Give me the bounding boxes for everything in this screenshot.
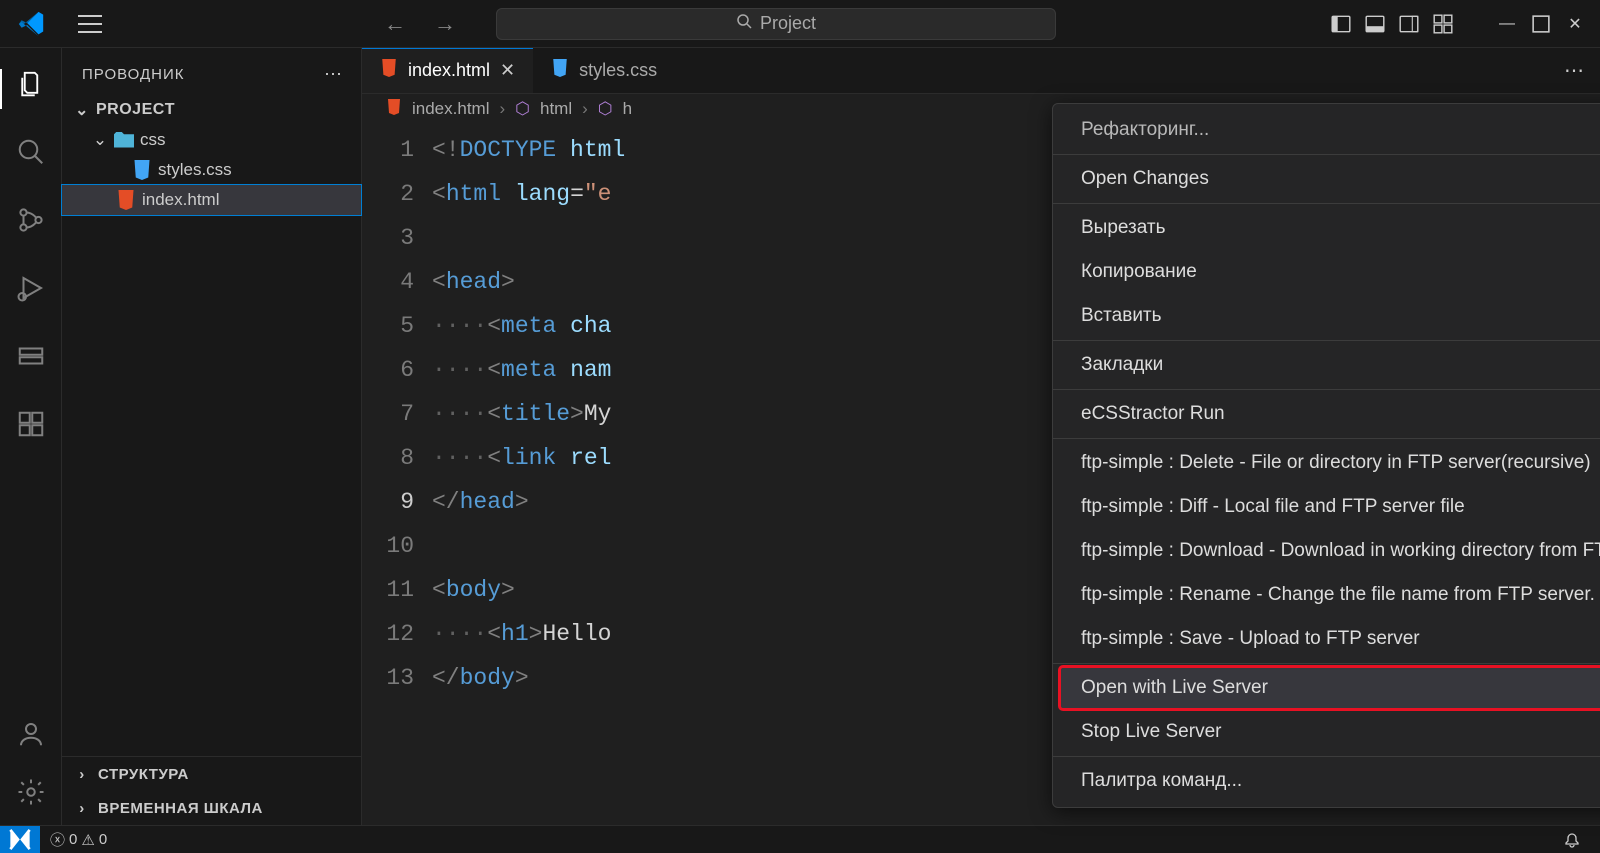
context-menu: Рефакторинг...CTRL+SHIFT+R Open Changes›… xyxy=(1052,103,1600,808)
file-label: styles.css xyxy=(158,160,232,180)
search-icon xyxy=(736,13,752,34)
hamburger-menu-icon[interactable] xyxy=(78,15,102,33)
editor-tabs: index.html ✕ styles.css ⋯ xyxy=(362,48,1600,94)
layout-sidebar-right-icon[interactable] xyxy=(1398,13,1420,35)
menu-item-open-live-server[interactable]: Open with Live ServerALT+L ALT+O xyxy=(1059,666,1600,710)
file-index-html[interactable]: index.html xyxy=(62,185,361,215)
file-label: index.html xyxy=(142,190,219,210)
folder-icon xyxy=(114,132,134,148)
minimize-button[interactable]: — xyxy=(1496,13,1518,35)
vscode-logo-icon xyxy=(16,9,46,39)
menu-item-refactor[interactable]: Рефакторинг...CTRL+SHIFT+R xyxy=(1053,108,1600,152)
menu-item-copy[interactable]: КопированиеCTRL+C xyxy=(1053,250,1600,294)
nav-back-button[interactable]: ← xyxy=(376,7,414,41)
editor-more-icon[interactable]: ⋯ xyxy=(1548,48,1600,93)
search-text: Project xyxy=(760,13,816,34)
title-bar: ← → Project — ✕ xyxy=(0,0,1600,48)
command-center-search[interactable]: Project xyxy=(496,8,1056,40)
tab-index-html[interactable]: index.html ✕ xyxy=(362,48,533,93)
cube-icon: ⬡ xyxy=(515,99,530,119)
menu-item-cut[interactable]: ВырезатьCTRL+X xyxy=(1053,206,1600,250)
line-numbers: 12345678910111213 xyxy=(362,128,432,825)
source-control-icon[interactable] xyxy=(16,205,46,235)
maximize-button[interactable] xyxy=(1530,13,1552,35)
cube-icon: ⬡ xyxy=(598,99,613,119)
chevron-down-icon: ⌄ xyxy=(92,130,108,150)
file-styles-css[interactable]: styles.css xyxy=(62,155,361,185)
project-root[interactable]: ⌄ PROJECT xyxy=(62,95,361,125)
project-name: PROJECT xyxy=(96,101,175,119)
search-activity-icon[interactable] xyxy=(16,137,46,167)
html-file-icon xyxy=(386,99,402,120)
chevron-right-icon: › xyxy=(74,800,90,817)
editor-area: index.html ✕ styles.css ⋯ index.html › ⬡… xyxy=(362,48,1600,825)
tab-styles-css[interactable]: styles.css xyxy=(533,48,675,93)
warning-icon: ⚠ xyxy=(81,831,94,849)
menu-item-ecsstractor[interactable]: eCSStractor RunCTRL+ALT+2 xyxy=(1053,392,1600,436)
outline-section[interactable]: › СТРУКТУРА xyxy=(62,757,361,791)
css-file-icon xyxy=(551,59,569,82)
folder-label: css xyxy=(140,130,166,150)
accounts-icon[interactable] xyxy=(16,719,46,749)
menu-item-paste[interactable]: ВставитьCTRL+V xyxy=(1053,294,1600,338)
settings-gear-icon[interactable] xyxy=(16,777,46,807)
menu-item-ftp-diff[interactable]: ftp-simple : Diff - Local file and FTP s… xyxy=(1053,485,1600,529)
breadcrumb-file: index.html xyxy=(412,99,489,119)
sidebar-title: ПРОВОДНИК xyxy=(82,66,184,83)
explorer-icon[interactable] xyxy=(16,69,46,99)
css-file-icon xyxy=(132,160,152,180)
status-bar: ⓧ0 ⚠0 xyxy=(0,825,1600,853)
chevron-right-icon: › xyxy=(74,766,90,783)
activity-bar xyxy=(0,48,62,825)
menu-item-bookmarks[interactable]: Закладки› xyxy=(1053,343,1600,387)
menu-item-stop-live-server[interactable]: Stop Live ServerALT+L ALT+C xyxy=(1053,710,1600,754)
menu-item-command-palette[interactable]: Палитра команд...CTRL+SHIFT+P xyxy=(1053,759,1600,803)
breadcrumb-item: h xyxy=(623,99,632,119)
html-file-icon xyxy=(380,59,398,82)
close-button[interactable]: ✕ xyxy=(1564,13,1586,35)
menu-item-open-changes[interactable]: Open Changes› xyxy=(1053,157,1600,201)
status-errors[interactable]: ⓧ0 ⚠0 xyxy=(40,829,117,850)
html-file-icon xyxy=(116,190,136,210)
layout-panel-icon[interactable] xyxy=(1364,13,1386,35)
run-debug-icon[interactable] xyxy=(16,273,46,303)
menu-item-ftp-download[interactable]: ftp-simple : Download - Download in work… xyxy=(1053,529,1600,573)
menu-item-ftp-save[interactable]: ftp-simple : Save - Upload to FTP server… xyxy=(1053,617,1600,661)
timeline-section[interactable]: › ВРЕМЕННАЯ ШКАЛА xyxy=(62,791,361,825)
remote-indicator[interactable] xyxy=(0,826,40,853)
layout-sidebar-left-icon[interactable] xyxy=(1330,13,1352,35)
sidebar-more-icon[interactable]: ⋯ xyxy=(324,64,343,85)
menu-item-ftp-rename[interactable]: ftp-simple : Rename - Change the file na… xyxy=(1053,573,1600,617)
close-icon[interactable]: ✕ xyxy=(500,60,515,81)
status-notifications-icon[interactable] xyxy=(1554,832,1590,848)
chevron-right-icon: › xyxy=(582,99,588,119)
error-icon: ⓧ xyxy=(50,829,65,850)
folder-css[interactable]: ⌄ css xyxy=(62,125,361,155)
tab-label: styles.css xyxy=(579,60,657,81)
timeline-label: ВРЕМЕННАЯ ШКАЛА xyxy=(98,800,263,817)
outline-label: СТРУКТУРА xyxy=(98,766,189,783)
explorer-sidebar: ПРОВОДНИК ⋯ ⌄ PROJECT ⌄ css styles.css i… xyxy=(62,48,362,825)
breadcrumb-item: html xyxy=(540,99,572,119)
chevron-right-icon: › xyxy=(499,99,505,119)
chevron-down-icon: ⌄ xyxy=(74,100,90,120)
nav-forward-button[interactable]: → xyxy=(426,7,464,41)
customize-layout-icon[interactable] xyxy=(1432,13,1454,35)
menu-item-ftp-delete[interactable]: ftp-simple : Delete - File or directory … xyxy=(1053,441,1600,485)
tab-label: index.html xyxy=(408,60,490,81)
remote-explorer-icon[interactable] xyxy=(16,341,46,371)
extensions-icon[interactable] xyxy=(16,409,46,439)
